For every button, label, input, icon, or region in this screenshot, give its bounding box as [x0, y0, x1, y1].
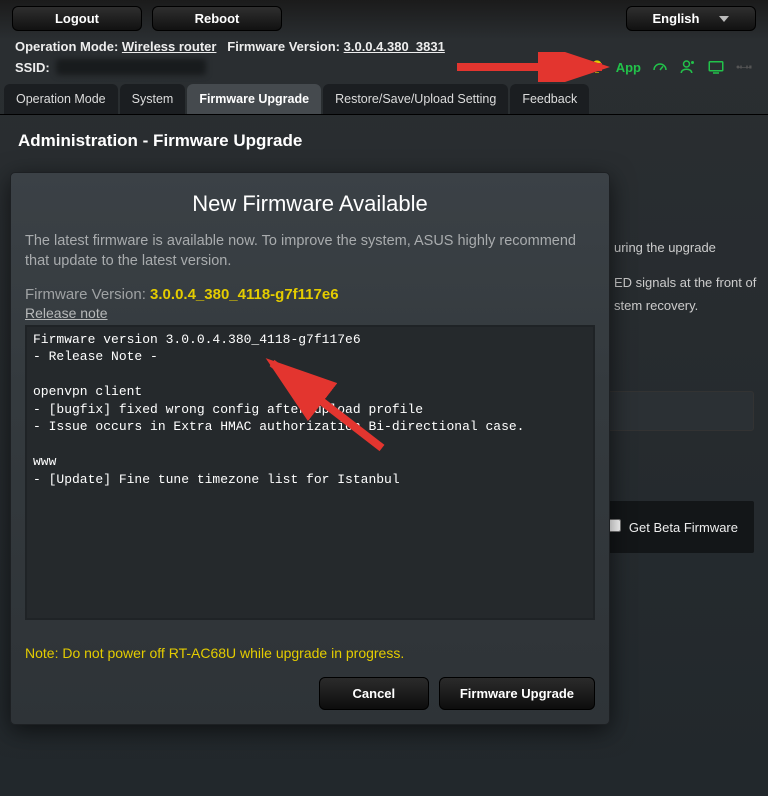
reboot-button[interactable]: Reboot — [152, 6, 282, 31]
beta-checkbox-input[interactable] — [608, 519, 621, 532]
tab-system[interactable]: System — [120, 84, 186, 114]
page-title: Administration - Firmware Upgrade — [0, 115, 768, 163]
modal-fw-version: 3.0.0.4_380_4118-g7f117e6 — [150, 286, 339, 303]
tab-operation-mode[interactable]: Operation Mode — [4, 84, 118, 114]
beta-firmware-checkbox[interactable]: Get Beta Firmware — [608, 520, 738, 535]
tab-feedback[interactable]: Feedback — [510, 84, 589, 114]
op-mode-label: Operation Mode: — [15, 39, 118, 54]
language-label: English — [653, 11, 700, 26]
app-link[interactable]: App — [616, 60, 641, 75]
ssid-value-redacted — [56, 59, 206, 75]
chevron-down-icon — [719, 16, 729, 22]
usb-icon[interactable] — [735, 58, 753, 76]
language-dropdown[interactable]: English — [626, 6, 756, 31]
release-note-link[interactable]: Release note — [25, 305, 108, 321]
modal-title: New Firmware Available — [25, 191, 595, 217]
bulb-icon[interactable] — [588, 58, 606, 76]
modal-warning: Note: Do not power off RT-AC68U while up… — [25, 645, 595, 661]
op-mode-value[interactable]: Wireless router — [122, 39, 217, 54]
monitor-icon[interactable] — [707, 58, 725, 76]
modal-description: The latest firmware is available now. To… — [25, 231, 595, 272]
cancel-button[interactable]: Cancel — [319, 677, 429, 710]
release-notes-textarea[interactable] — [25, 325, 595, 620]
tab-bar: Operation Mode System Firmware Upgrade R… — [0, 84, 768, 115]
ssid-label: SSID: — [15, 60, 50, 75]
user-icon[interactable] — [679, 58, 697, 76]
modal-fw-label: Firmware Version: — [25, 286, 146, 303]
fw-version-value[interactable]: 3.0.0.4.380_3831 — [344, 39, 445, 54]
firmware-modal: New Firmware Available The latest firmwa… — [10, 172, 610, 725]
gauge-icon[interactable] — [651, 58, 669, 76]
tab-firmware-upgrade[interactable]: Firmware Upgrade — [187, 84, 321, 114]
fw-version-label: Firmware Version: — [227, 39, 340, 54]
tab-restore-save-upload[interactable]: Restore/Save/Upload Setting — [323, 84, 508, 114]
logout-button[interactable]: Logout — [12, 6, 142, 31]
firmware-upgrade-button[interactable]: Firmware Upgrade — [439, 677, 595, 710]
